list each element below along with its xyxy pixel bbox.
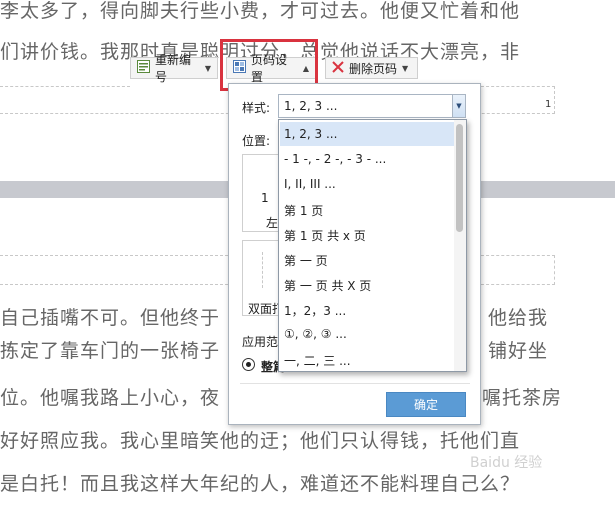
- header-border: [0, 86, 130, 87]
- document-line: 好好照应我。我心里暗笑他的迂；他们只认得钱，托他们直: [0, 430, 521, 452]
- style-select[interactable]: 1, 2, 3 ...: [278, 94, 466, 118]
- page-number: 1: [545, 99, 552, 110]
- header-border: [0, 284, 228, 285]
- dropdown-option[interactable]: - 1 -, - 2 -, - 3 - ...: [280, 147, 454, 171]
- document-line: 是白托！而且我这样大年纪的人，难道还不能料理自己么？: [0, 473, 521, 495]
- dropdown-option[interactable]: I, II, III ...: [280, 172, 454, 196]
- apply-range-label: 应用范: [242, 335, 279, 349]
- renumber-button[interactable]: 重新编号 ▼: [130, 53, 218, 84]
- preview-page-number: 1: [261, 191, 269, 205]
- dropdown-option[interactable]: ①, ②, ③ ...: [280, 322, 454, 346]
- document-line: 他给我: [488, 307, 549, 329]
- dialog-divider: [240, 383, 470, 384]
- document-line: 拣定了靠车门的一张椅子: [0, 340, 221, 362]
- style-label: 样式:: [242, 101, 271, 115]
- header-border: [0, 255, 228, 256]
- delete-page-number-button[interactable]: 删除页码 ▼: [325, 57, 418, 79]
- header-border: [554, 86, 555, 114]
- header-border: [554, 255, 555, 285]
- dropdown-option[interactable]: 1, 2, 3 ...: [280, 122, 454, 146]
- document-line: 自己插嘴不可。但他终于: [0, 307, 221, 329]
- dropdown-option[interactable]: 一, 二, 三 ...: [280, 347, 454, 371]
- header-border: [481, 255, 555, 256]
- dropdown-option[interactable]: 第 一 页 共 X 页: [280, 272, 454, 296]
- renumber-icon: [137, 60, 150, 76]
- position-label: 位置:: [242, 134, 271, 148]
- delete-icon: [332, 60, 344, 76]
- header-border: [481, 86, 555, 87]
- dropdown-option[interactable]: 第 1 页: [280, 197, 454, 221]
- delete-label: 删除页码: [349, 61, 398, 76]
- watermark: Baidu 经验: [470, 455, 543, 471]
- chevron-down-icon: ▼: [204, 63, 211, 73]
- chevron-down-icon[interactable]: ▼: [452, 95, 465, 117]
- document-line: 铺好坐: [488, 340, 549, 362]
- preview-guide: [262, 252, 263, 288]
- ok-button[interactable]: 确定: [386, 392, 466, 417]
- chevron-down-icon: ▼: [402, 63, 409, 73]
- dropdown-option[interactable]: 1，2，3 ...: [280, 297, 454, 321]
- dropdown-option[interactable]: 第 1 页 共 x 页: [280, 222, 454, 246]
- document-line: 李太多了，得向脚夫行些小费，才可过去。他便又忙着和他: [0, 0, 521, 22]
- renumber-label: 重新编号: [155, 53, 192, 84]
- style-dropdown-list: 1, 2, 3 ... - 1 -, - 2 -, - 3 - ... I, I…: [278, 119, 467, 372]
- dropdown-scroll-thumb[interactable]: [456, 124, 463, 232]
- document-line: 嘱托茶房: [482, 387, 563, 409]
- header-border: [481, 284, 555, 285]
- position-left-label: 左: [266, 216, 279, 230]
- dropdown-option[interactable]: 第 一 页: [280, 247, 454, 271]
- document-line: 位。他嘱我路上小心，夜: [0, 387, 221, 409]
- whole-document-radio[interactable]: [242, 358, 255, 371]
